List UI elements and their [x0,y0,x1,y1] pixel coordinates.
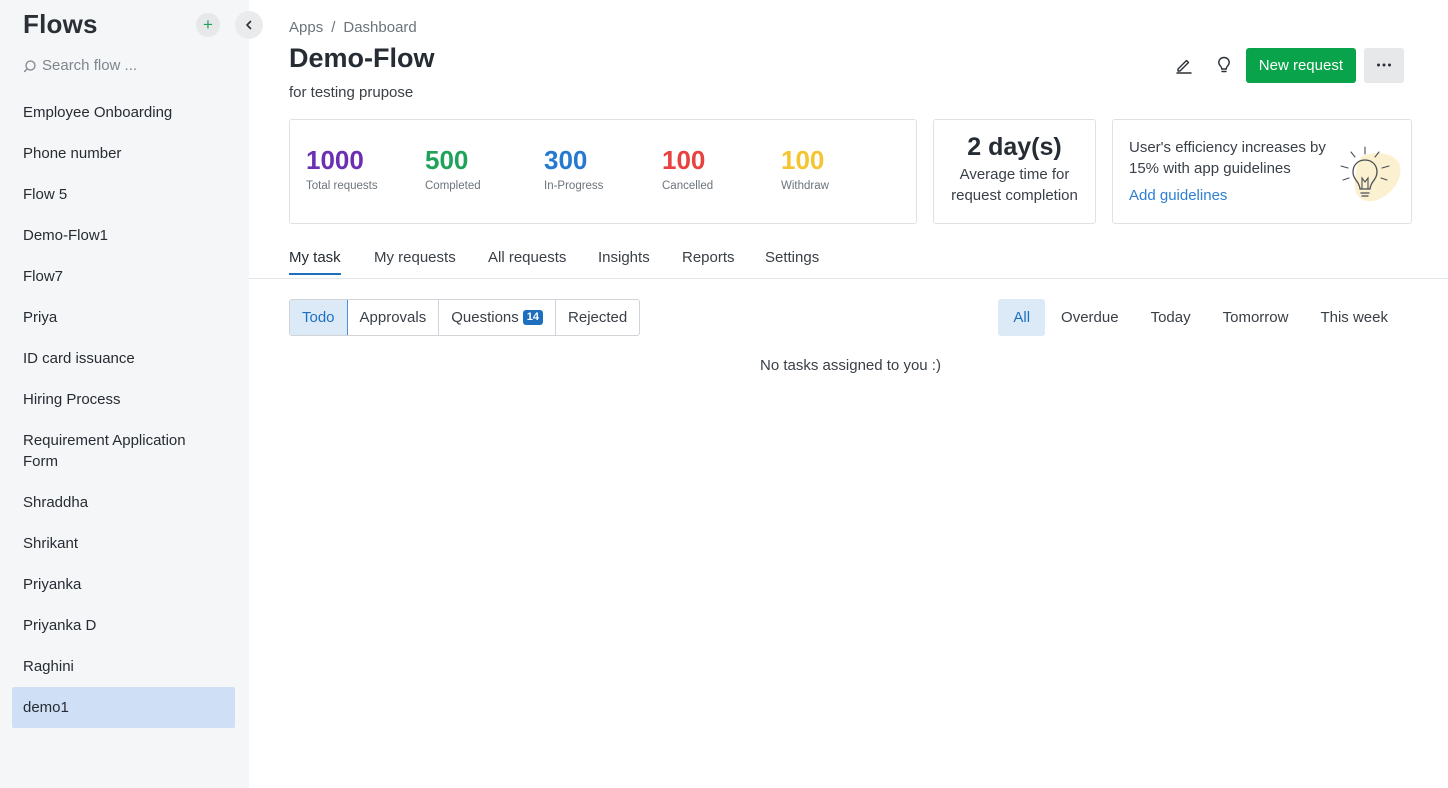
page-subtitle: for testing prupose [289,84,414,101]
questions-count-badge: 14 [522,310,544,325]
stat-value: 1000 [306,145,364,175]
chevron-left-icon [246,20,252,30]
breadcrumb-apps[interactable]: Apps [289,19,323,36]
time-filters: All Overdue Today Tomorrow This week [998,299,1404,336]
stat-total-requests[interactable]: 1000 Total requests [306,144,378,192]
average-time-label: Average time for request completion [951,166,1078,204]
sidebar-flow-item[interactable]: Hiring Process [12,379,235,420]
more-horizontal-icon [1377,63,1391,67]
stat-value: 100 [781,145,825,175]
guidelines-button[interactable] [1206,47,1242,83]
header-actions: New request [1166,47,1404,83]
sidebar-flow-item[interactable]: Shrikant [12,523,235,564]
search-flow [23,57,223,74]
filter-overdue[interactable]: Overdue [1045,299,1135,336]
average-time-card: 2 day(s) Average time for request comple… [933,119,1096,224]
stat-label: Total requests [306,180,378,192]
tab-my-task[interactable]: My task [289,249,341,275]
more-options-button[interactable] [1364,47,1404,83]
stat-value: 100 [662,145,706,175]
collapse-sidebar-button[interactable] [235,11,263,39]
sidebar-flow-item[interactable]: Priyanka [12,564,235,605]
app: Flows + Employee OnboardingPhone numberF… [0,0,1448,788]
tab-my-requests[interactable]: My requests [374,249,456,274]
add-flow-button[interactable]: + [196,13,220,37]
search-flow-input[interactable] [42,57,212,74]
breadcrumb-separator: / [331,19,336,36]
page-title: Demo-Flow [289,43,435,73]
task-type-approvals[interactable]: Approvals [347,300,440,335]
tab-insights[interactable]: Insights [598,249,650,274]
stat-in-progress[interactable]: 300 In-Progress [544,144,603,192]
stat-value: 500 [425,145,469,175]
stat-cancelled[interactable]: 100 Cancelled [662,144,713,192]
sidebar-flow-item[interactable]: Priyanka D [12,605,235,646]
stat-withdraw[interactable]: 100 Withdraw [781,144,829,192]
sidebar-flow-item[interactable]: Flow 5 [12,174,235,215]
breadcrumb-dashboard[interactable]: Dashboard [343,19,416,36]
task-type-rejected[interactable]: Rejected [556,300,640,335]
search-icon [23,59,36,72]
sidebar-flow-item[interactable]: Priya [12,297,235,338]
task-type-questions[interactable]: Questions 14 [439,300,557,335]
tab-reports[interactable]: Reports [682,249,735,274]
tab-settings[interactable]: Settings [765,249,819,274]
filter-today[interactable]: Today [1135,299,1207,336]
task-type-todo[interactable]: Todo [290,300,348,335]
edit-button[interactable] [1166,47,1202,83]
task-type-selector: Todo Approvals Questions 14 Rejected [289,299,641,336]
filter-tomorrow[interactable]: Tomorrow [1207,299,1305,336]
new-request-button[interactable]: New request [1245,47,1356,83]
sidebar-flow-item[interactable]: Employee Onboarding [12,92,235,133]
stat-completed[interactable]: 500 Completed [425,144,481,192]
pencil-icon [1176,59,1192,74]
sidebar-flow-item[interactable]: Requirement Application Form [12,420,235,482]
sidebar-flow-item[interactable]: Demo-Flow1 [12,215,235,256]
sidebar-flow-item[interactable]: Phone number [12,133,235,174]
sidebar-title: Flows [23,9,98,39]
empty-state-message: No tasks assigned to you :) [760,357,941,374]
stat-label: Withdraw [781,180,829,192]
sidebar-flow-item[interactable]: ID card issuance [12,338,235,379]
guidelines-card: User's efficiency increases by 15% with … [1112,119,1412,224]
sidebar-flow-item[interactable]: Raghini [12,646,235,687]
lightbulb-icon [1217,56,1230,73]
lightbulb-illustration-icon [1340,146,1401,202]
sidebar: Flows + Employee OnboardingPhone numberF… [0,0,263,788]
add-guidelines-link[interactable]: Add guidelines [1129,187,1227,204]
request-stats-card: 1000 Total requests 500 Completed 300 In… [289,119,917,224]
stat-value: 300 [544,145,588,175]
sidebar-flow-item[interactable]: demo1 [12,687,235,728]
breadcrumb: Apps / Dashboard [289,19,417,36]
filter-all[interactable]: All [998,299,1046,336]
task-type-questions-label: Questions [451,309,519,326]
filter-this-week[interactable]: This week [1304,299,1404,336]
sidebar-flow-item[interactable]: Flow7 [12,256,235,297]
guidelines-text: User's efficiency increases by 15% with … [1129,139,1326,177]
main-content: Apps / Dashboard Demo-Flow for testing p… [249,0,1448,788]
average-time-value: 2 day(s) [967,133,1062,161]
stat-label: Completed [425,180,481,192]
main-tabs: My task My requests All requests Insight… [249,248,1448,279]
flow-list: Employee Onboarding Phone number Flow 5 Dem… [12,92,235,728]
stat-label: Cancelled [662,180,714,192]
sidebar-flow-item[interactable]: Shraddha [12,482,235,523]
tab-all-requests[interactable]: All requests [488,249,566,274]
stat-label: In-Progress [544,180,604,192]
plus-icon: + [203,15,213,34]
